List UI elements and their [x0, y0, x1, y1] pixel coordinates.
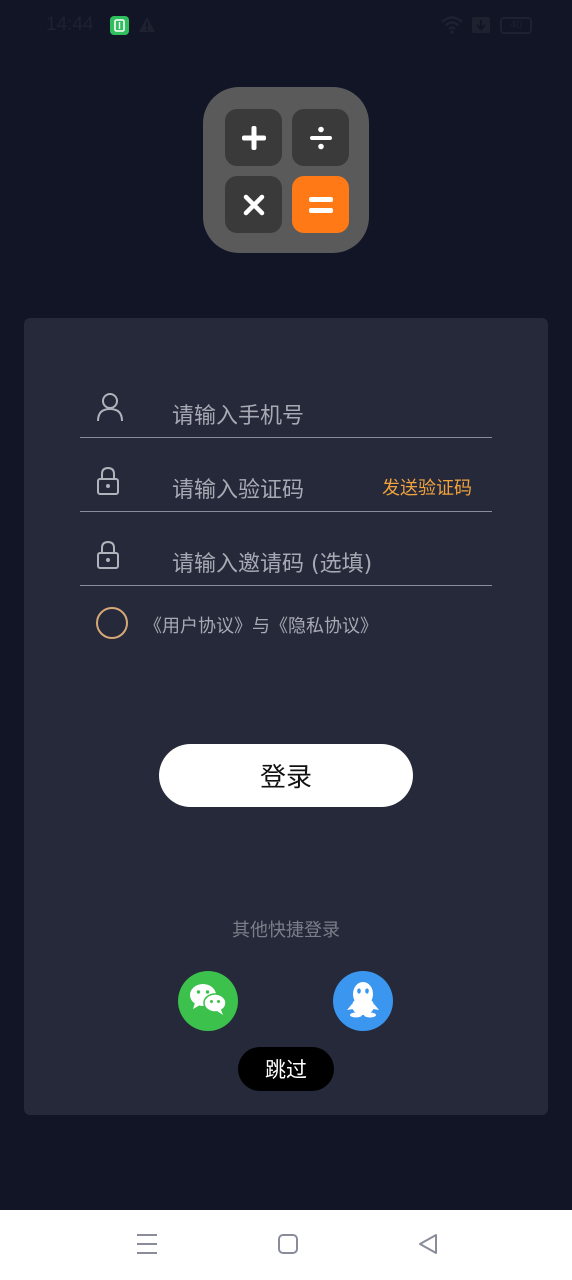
sim-icon	[471, 16, 491, 38]
lock-icon	[96, 540, 120, 574]
user-icon	[96, 392, 124, 426]
qq-icon	[346, 980, 380, 1022]
status-time: 14:44	[46, 14, 94, 35]
status-bar: 14:44 40	[0, 0, 572, 52]
menu-icon[interactable]	[136, 1232, 158, 1260]
warning-icon	[138, 16, 156, 37]
agreement-checkbox[interactable]	[96, 607, 128, 639]
notification-app-icon	[110, 16, 129, 35]
lock-icon	[96, 466, 120, 500]
login-button[interactable]: 登录	[159, 744, 413, 807]
system-nav-bar	[0, 1210, 572, 1280]
other-login-label: 其他快捷登录	[232, 920, 340, 941]
login-card: 请输入手机号 请输入验证码 发送验证码 请输入邀请码 (选填) 《用户协议》与《…	[24, 318, 548, 1115]
send-code-button[interactable]: 发送验证码	[382, 474, 472, 500]
phone-field[interactable]: 请输入手机号	[80, 376, 492, 438]
invite-code-field[interactable]: 请输入邀请码 (选填)	[80, 524, 492, 586]
multiply-key-icon	[225, 176, 282, 233]
wifi-icon	[440, 15, 464, 39]
home-square-icon[interactable]	[277, 1232, 299, 1260]
agreement-link[interactable]: 《用户协议》与《隐私协议》	[144, 612, 378, 638]
wechat-login-button[interactable]	[178, 971, 238, 1031]
skip-button[interactable]: 跳过	[238, 1047, 334, 1091]
phone-input[interactable]: 请输入手机号	[172, 398, 304, 430]
equals-key-icon	[292, 176, 349, 233]
divide-key-icon	[292, 109, 349, 166]
invite-code-input[interactable]: 请输入邀请码 (选填)	[172, 546, 372, 578]
calculator-app-logo	[203, 87, 369, 253]
wechat-icon	[188, 981, 228, 1021]
plus-key-icon	[225, 109, 282, 166]
verification-code-input[interactable]: 请输入验证码	[172, 472, 304, 504]
verification-code-field[interactable]: 请输入验证码 发送验证码	[80, 450, 492, 512]
back-triangle-icon[interactable]	[417, 1232, 439, 1260]
qq-login-button[interactable]	[333, 971, 393, 1031]
battery-indicator: 40	[500, 17, 532, 34]
